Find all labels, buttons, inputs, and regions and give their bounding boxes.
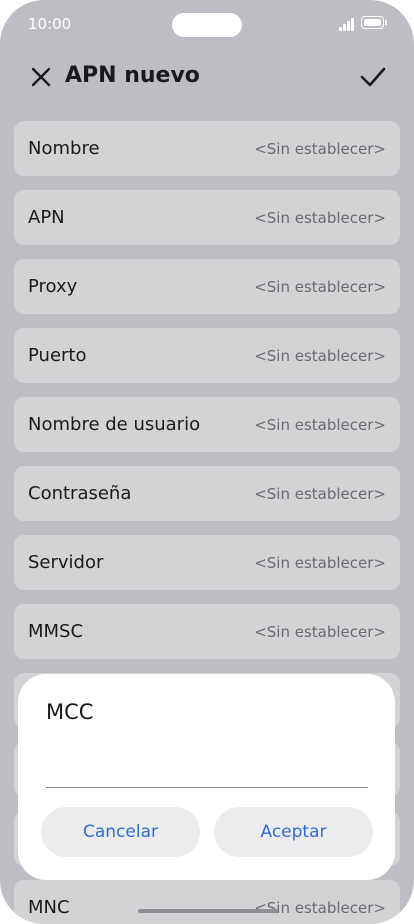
battery-icon bbox=[361, 16, 387, 29]
field-row-puerto[interactable]: Puerto <Sin establecer> bbox=[14, 328, 400, 383]
signal-icon bbox=[339, 17, 357, 31]
accept-button[interactable]: Aceptar bbox=[214, 807, 373, 857]
close-icon bbox=[31, 67, 51, 87]
field-label: Nombre de usuario bbox=[28, 414, 201, 435]
cancel-button[interactable]: Cancelar bbox=[41, 807, 200, 857]
mcc-dialog: MCC Cancelar Aceptar bbox=[18, 674, 395, 880]
confirm-button[interactable] bbox=[358, 62, 388, 92]
field-row-contrasena[interactable]: Contraseña <Sin establecer> bbox=[14, 466, 400, 521]
field-value: <Sin establecer> bbox=[254, 416, 386, 434]
field-value: <Sin establecer> bbox=[254, 278, 386, 296]
field-row-mmsc[interactable]: MMSC <Sin establecer> bbox=[14, 604, 400, 659]
home-indicator[interactable] bbox=[138, 909, 278, 913]
field-value: <Sin establecer> bbox=[254, 347, 386, 365]
field-value: <Sin establecer> bbox=[254, 209, 386, 227]
phone-screen: 10:00 APN nuevo Nombre <Sin establecer> bbox=[0, 0, 414, 924]
field-label: APN bbox=[28, 207, 65, 228]
field-row-proxy[interactable]: Proxy <Sin establecer> bbox=[14, 259, 400, 314]
camera-notch bbox=[172, 13, 242, 37]
close-button[interactable] bbox=[28, 64, 54, 90]
field-label: Contraseña bbox=[28, 483, 132, 504]
field-value: <Sin establecer> bbox=[254, 899, 386, 917]
page-title: APN nuevo bbox=[65, 63, 200, 88]
field-label: Nombre bbox=[28, 138, 100, 159]
field-row-nombre[interactable]: Nombre <Sin establecer> bbox=[14, 121, 400, 176]
field-value: <Sin establecer> bbox=[254, 554, 386, 572]
field-row-apn[interactable]: APN <Sin establecer> bbox=[14, 190, 400, 245]
field-row-servidor[interactable]: Servidor <Sin establecer> bbox=[14, 535, 400, 590]
field-value: <Sin establecer> bbox=[254, 140, 386, 158]
dialog-title: MCC bbox=[46, 700, 94, 724]
checkmark-icon bbox=[360, 67, 386, 87]
status-time: 10:00 bbox=[28, 15, 72, 33]
field-label: Proxy bbox=[28, 276, 78, 297]
field-row-nombre-de-usuario[interactable]: Nombre de usuario <Sin establecer> bbox=[14, 397, 400, 452]
field-value: <Sin establecer> bbox=[254, 623, 386, 641]
field-value: <Sin establecer> bbox=[254, 485, 386, 503]
field-label: Puerto bbox=[28, 345, 87, 366]
field-label: MMSC bbox=[28, 621, 84, 642]
mcc-input[interactable] bbox=[46, 750, 368, 788]
field-label: Servidor bbox=[28, 552, 104, 573]
field-row-mnc[interactable]: MNC <Sin establecer> bbox=[14, 880, 400, 924]
app-bar: APN nuevo bbox=[0, 54, 414, 98]
status-bar: 10:00 bbox=[0, 0, 414, 48]
field-label: MNC bbox=[28, 897, 70, 918]
